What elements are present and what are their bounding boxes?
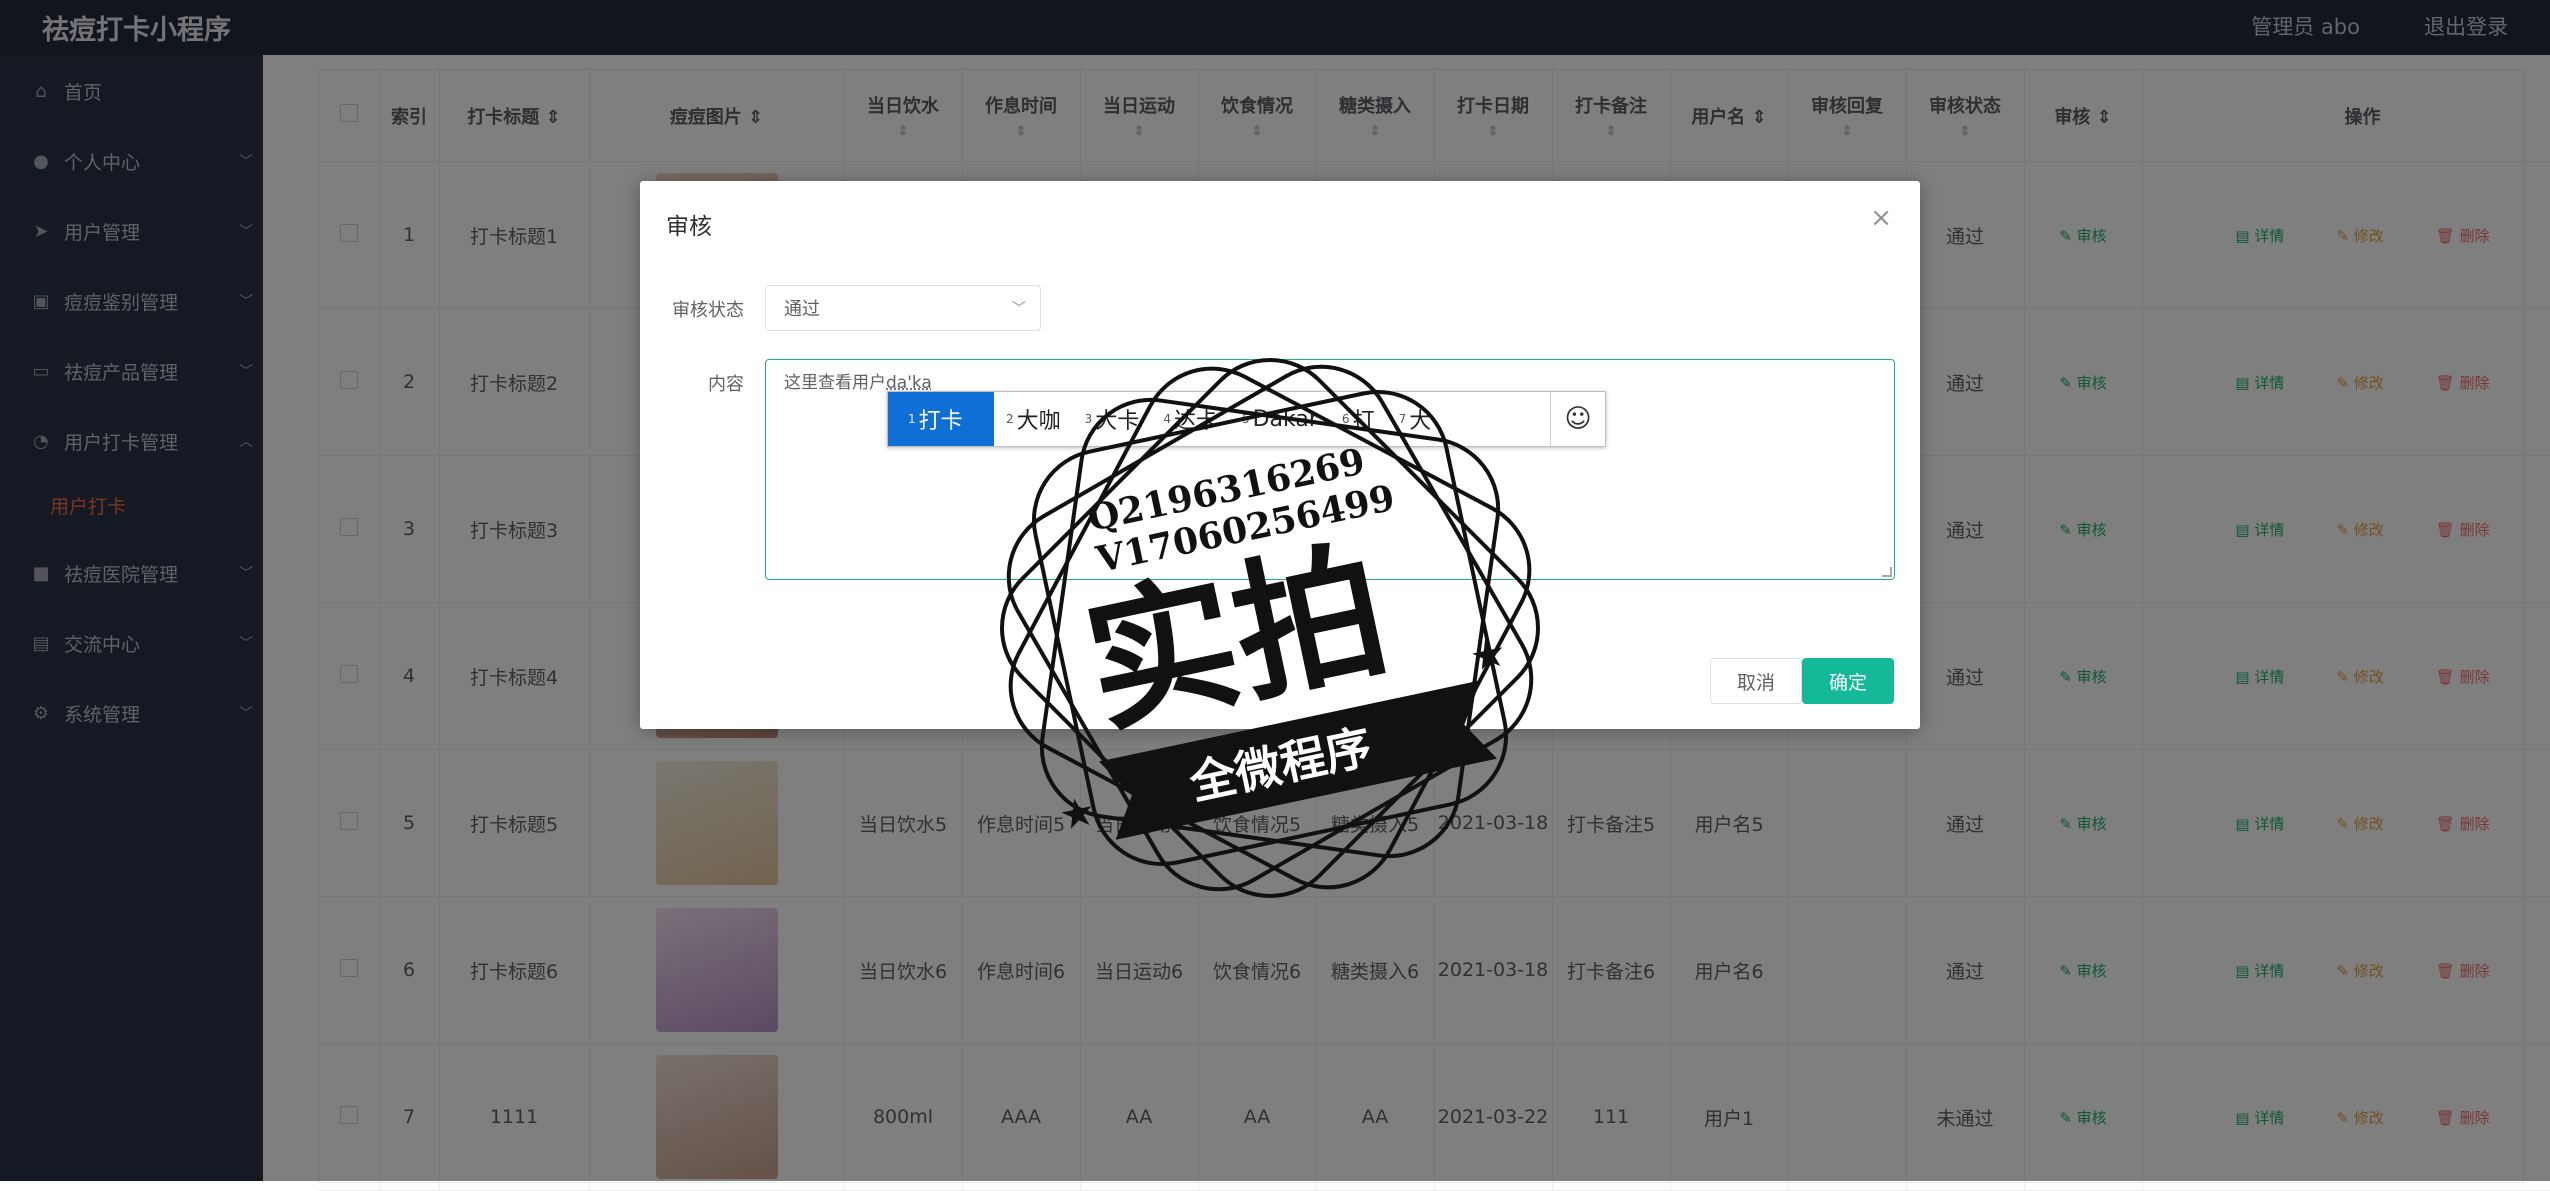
star-icon: ★ <box>1055 788 1100 840</box>
dialog-title: 审核 <box>666 214 712 240</box>
ime-candidate[interactable]: 1 打卡 <box>888 392 994 446</box>
confirm-button[interactable]: 确定 <box>1802 658 1894 704</box>
content-text: 这里查看用户 <box>784 373 886 393</box>
content-label: 内容 <box>708 374 744 395</box>
status-label: 审核状态 <box>672 300 744 321</box>
chevron-down-icon: ﹀ <box>1012 301 1026 317</box>
status-select-value: 通过 <box>784 299 820 320</box>
status-select[interactable]: 通过 ﹀ <box>765 285 1041 331</box>
ime-composition: da'ka <box>886 373 932 393</box>
resize-handle[interactable] <box>1882 567 1892 577</box>
emoji-icon[interactable]: ☺ <box>1550 392 1605 446</box>
close-icon[interactable]: × <box>1870 203 1892 233</box>
cancel-button[interactable]: 取消 <box>1710 658 1802 704</box>
watermark-stamp: Q2196316269 V17060256499 实拍 全微程序 ★ ★ <box>1000 358 1540 898</box>
